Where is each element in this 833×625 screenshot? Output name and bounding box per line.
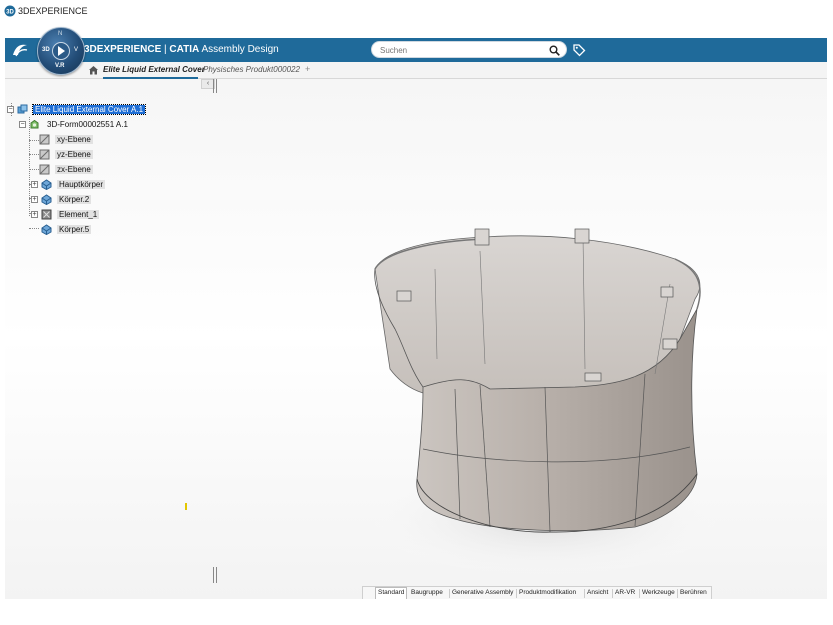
3d-viewport[interactable]: ‹ − Elite Liquid External Cover A.1 − 3D… [5,79,827,599]
ab-tab-generative-assembly[interactable]: Generative Assembly [452,589,513,596]
action-bar-tabs: Standard Baugruppe Generative Assembly P… [375,587,713,599]
ab-tab-separator [449,589,450,598]
ab-tab-werkzeuge[interactable]: Werkzeuge [642,589,675,596]
add-tab-button[interactable]: + [305,64,310,74]
home-icon[interactable] [88,65,99,75]
tree-connector [29,228,39,229]
svg-text:3D: 3D [6,10,14,16]
plane-icon [39,134,50,145]
body-icon [41,224,52,235]
tree-expander[interactable]: − [7,106,14,113]
body-icon [41,179,52,190]
tree-splitter-bottom[interactable] [213,567,214,583]
tree-label-element-1[interactable]: Element_1 [57,210,100,219]
tree-connector [29,117,30,216]
tree-label-root[interactable]: Elite Liquid External Cover A.1 [31,104,147,115]
plane-icon [39,149,50,160]
play-icon[interactable] [58,46,65,56]
tree-expander[interactable]: + [31,181,38,188]
app-title: 3DEXPERIENCE | CATIA Assembly Design [84,44,279,55]
ab-tab-baugruppe[interactable]: Baugruppe [411,589,443,596]
search-icon[interactable] [549,45,560,56]
os-window-title: 3DEXPERIENCE [18,6,88,16]
tree-label-part[interactable]: 3D-Form00002551 A.1 [45,120,130,129]
ab-tab-ansicht[interactable]: Ansicht [587,589,608,596]
tree-expander[interactable]: + [31,211,38,218]
compass-version-label[interactable]: V.R [55,63,64,69]
search-input[interactable] [380,44,540,56]
tree-label-xy-plane[interactable]: xy-Ebene [55,135,93,144]
brand-name: 3DEXPERIENCE [84,44,162,55]
action-bar: ⌄ Standard Baugruppe Generative Assembly… [362,586,712,599]
app-name: Assembly Design [199,44,279,55]
ab-tab-ar-vr[interactable]: AR-VR [615,589,635,596]
compass-top-label: N [58,31,63,37]
ab-tab-separator [639,589,640,598]
document-tab-bar: Elite Liquid External Cover Physisches P… [5,62,827,79]
tree-connector [29,169,39,170]
application-window: 3DEXPERIENCE | CATIA Assembly Design N 3… [5,25,827,599]
tree-connector [29,154,39,155]
tree-splitter-top[interactable] [213,79,214,93]
search-box[interactable] [371,41,567,58]
3dexperience-app-icon: 3D [4,5,16,17]
ab-tab-separator [516,589,517,598]
tree-label-zx-plane[interactable]: zx-Ebene [55,165,93,174]
tree-label-koerper-2[interactable]: Körper.2 [57,195,92,204]
plane-icon [39,164,50,175]
3d-model-cover[interactable] [345,189,745,589]
product-icon [17,104,28,114]
part-icon [30,119,39,129]
tab-physisches-produkt[interactable]: Physisches Produkt00002288 [203,65,300,74]
tree-label-koerper-5[interactable]: Körper.5 [57,225,92,234]
compass-v-label[interactable]: V [74,47,78,53]
compass-3d-label[interactable]: 3D [42,47,50,53]
ab-tab-beruehren[interactable]: Berühren [680,589,707,596]
ds-logo-icon[interactable] [11,42,29,58]
os-window-title-bar: 3D 3DEXPERIENCE [0,0,833,25]
ab-tab-separator [677,589,678,598]
tree-label-yz-plane[interactable]: yz-Ebene [55,150,93,159]
ab-tab-produktmodifikation[interactable]: Produktmodifikation [519,589,576,596]
tree-splitter-top-2 [216,79,217,93]
tree-splitter-bottom-2 [216,567,217,583]
compass-widget[interactable]: N 3D V V.R [37,27,85,75]
ab-tab-separator [612,589,613,598]
tree-expander[interactable]: − [19,121,26,128]
tab-elite-liquid-external-cover[interactable]: Elite Liquid External Cover [103,65,205,74]
body-icon [41,194,52,205]
ab-tab-standard[interactable]: Standard [375,587,408,599]
tree-expander[interactable]: + [31,196,38,203]
ab-tab-separator [584,589,585,598]
app-header-bar: 3DEXPERIENCE | CATIA Assembly Design [5,38,827,62]
tree-label-hauptkoerper[interactable]: Hauptkörper [57,180,106,189]
cursor-mark [185,503,187,510]
product-name: CATIA [169,44,200,55]
element-icon [41,209,52,220]
tag-icon[interactable] [572,43,586,57]
tree-connector [29,140,39,141]
